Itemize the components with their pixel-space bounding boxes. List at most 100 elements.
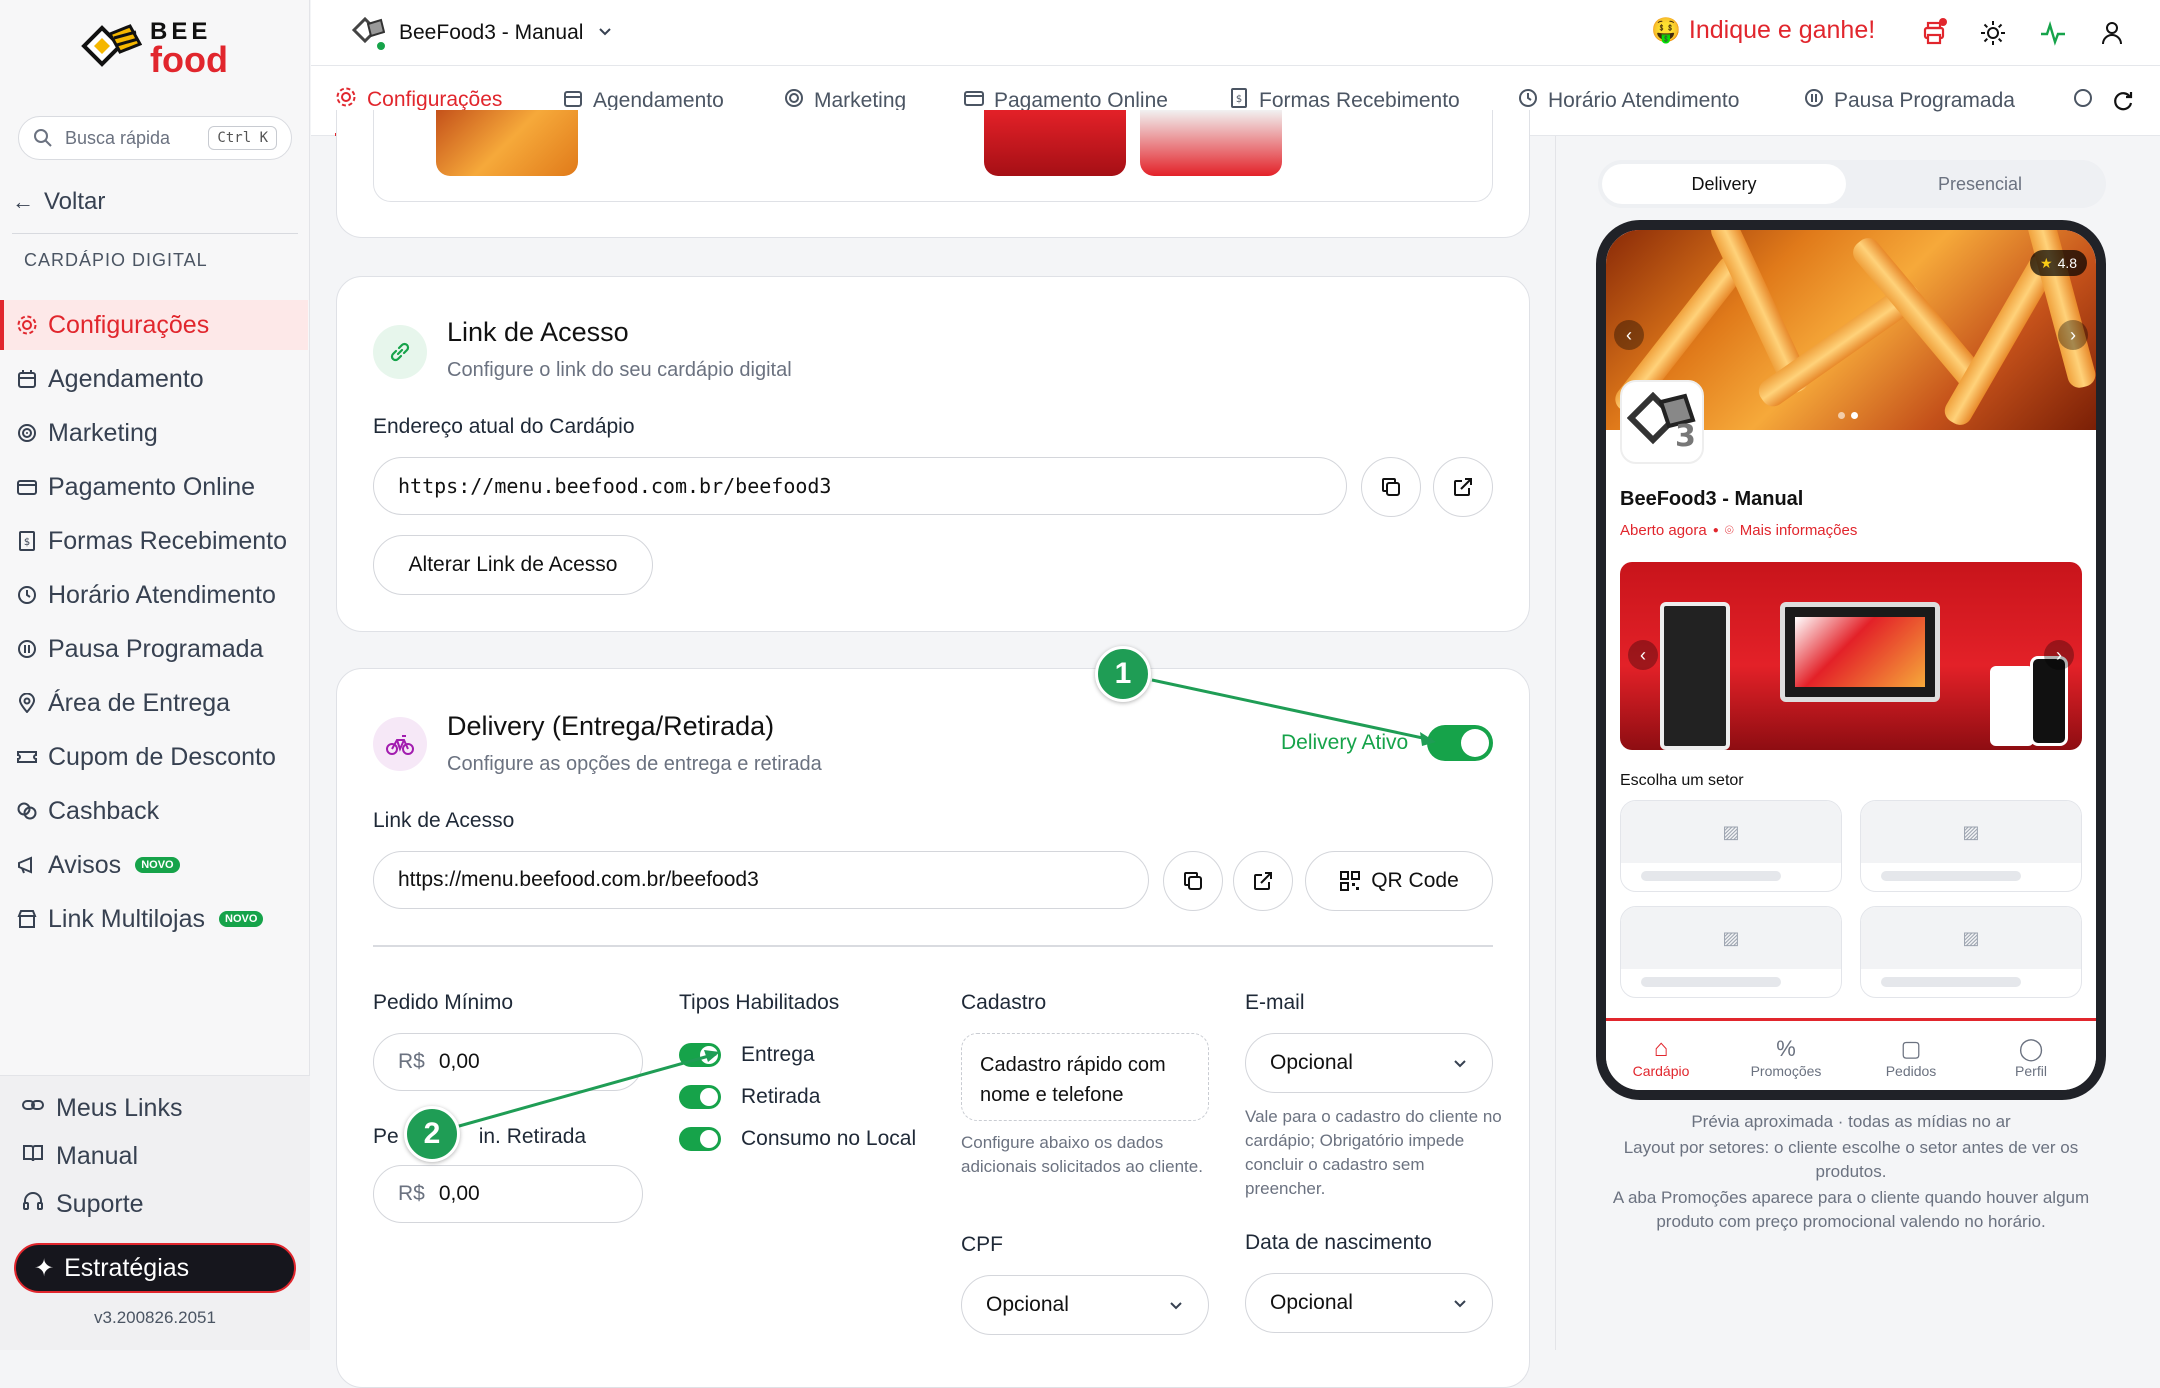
map-pin-icon xyxy=(16,692,38,714)
register-mode-box[interactable]: Cadastro rápido com nome e telefone xyxy=(961,1033,1209,1121)
megaphone-icon xyxy=(16,854,38,876)
sidebar-item-meus-links[interactable]: Meus Links xyxy=(22,1094,182,1123)
register-help: Configure abaixo os dados adicionais sol… xyxy=(961,1133,1203,1176)
logo[interactable]: BEE food xyxy=(80,20,228,78)
sidebar-item-area-entrega[interactable]: Área de Entrega xyxy=(0,678,308,728)
sidebar-item-label: Formas Recebimento xyxy=(48,526,287,555)
sidebar-item-label: Área de Entrega xyxy=(48,688,231,717)
nav-label: Pedidos xyxy=(1885,1063,1937,1079)
profile-button[interactable] xyxy=(2097,18,2127,48)
qr-code-button[interactable]: QR Code xyxy=(1305,851,1493,911)
thumbnail-fries[interactable] xyxy=(436,110,578,176)
sector-card[interactable]: ▨ xyxy=(1620,906,1842,998)
delivery-active-toggle[interactable] xyxy=(1427,725,1493,761)
sidebar-item-label: Cashback xyxy=(48,796,160,825)
qr-code-icon xyxy=(1340,871,1361,891)
open-link-button[interactable] xyxy=(1233,851,1293,911)
sidebar-item-horario-atendimento[interactable]: Horário Atendimento xyxy=(0,570,308,620)
store-selector[interactable]: BeeFood3 - Manual xyxy=(351,16,613,52)
phone-nav-pedidos[interactable]: ▢ Pedidos xyxy=(1856,1035,1966,1079)
back-link[interactable]: ← Voltar xyxy=(12,188,105,216)
min-order-label: Pedido Mínimo xyxy=(373,991,514,1014)
cpf-select[interactable]: Opcional xyxy=(961,1275,1209,1335)
sidebar: BEE food Busca rápida Ctrl K ← Voltar CA… xyxy=(0,0,310,1350)
sidebar-item-marketing[interactable]: Marketing xyxy=(0,408,308,458)
quick-search-input[interactable]: Busca rápida Ctrl K xyxy=(18,116,292,160)
sector-card[interactable]: ▨ xyxy=(1860,906,2082,998)
sidebar-item-cashback[interactable]: Cashback xyxy=(0,786,308,836)
min-order-value: 0,00 xyxy=(438,1050,480,1073)
banner-prev-button[interactable]: ‹ xyxy=(1628,640,1658,670)
sector-card[interactable]: ▨ xyxy=(1860,800,2082,892)
sidebar-item-link-multilojas[interactable]: Link Multilojas NOVO xyxy=(0,894,308,944)
change-link-button[interactable]: Alterar Link de Acesso xyxy=(373,535,653,595)
money-face-icon: 🤑 xyxy=(1651,17,1681,44)
store-icon xyxy=(16,908,38,930)
credit-card-icon xyxy=(16,476,38,498)
tab-more-clipped[interactable] xyxy=(2073,66,2093,136)
thumbnail-banner-2[interactable] xyxy=(1140,110,1282,176)
more-info-link[interactable]: Mais informações xyxy=(1740,522,1858,539)
sidebar-item-avisos[interactable]: Avisos NOVO xyxy=(0,840,308,890)
nav-label: Promoções xyxy=(1750,1063,1822,1079)
sun-icon xyxy=(1981,21,2005,45)
copy-button[interactable] xyxy=(1163,851,1223,911)
sidebar-item-suporte[interactable]: Suporte xyxy=(22,1190,144,1219)
min-pickup-field[interactable]: R$ 0,00 xyxy=(373,1165,643,1223)
sidebar-item-manual[interactable]: Manual xyxy=(22,1142,138,1171)
hero-next-button[interactable]: › xyxy=(2058,320,2088,350)
tab-horario-atendimento[interactable]: Horário Atendimento xyxy=(1518,66,1739,136)
address-field[interactable]: https://menu.beefood.com.br/beefood3 xyxy=(373,457,1347,515)
home-icon: ⌂ xyxy=(1653,1035,1669,1062)
rating-value: 4.8 xyxy=(2057,255,2078,271)
strategies-button[interactable]: ✦ Estratégias xyxy=(14,1243,296,1293)
sidebar-item-label: Suporte xyxy=(56,1190,144,1218)
choose-sector-label: Escolha um setor xyxy=(1620,772,1744,789)
delivery-link-field[interactable]: https://menu.beefood.com.br/beefood3 xyxy=(373,851,1149,909)
card-subtitle: Configure as opções de entrega e retirad… xyxy=(447,753,822,775)
sidebar-item-agendamento[interactable]: Agendamento xyxy=(0,354,308,404)
svg-text:3: 3 xyxy=(1675,419,1696,452)
min-order-field[interactable]: R$ 0,00 xyxy=(373,1033,643,1091)
referral-link[interactable]: 🤑 Indique e ganhe! xyxy=(1651,16,1875,45)
sidebar-item-configuracoes[interactable]: Configurações xyxy=(0,300,308,350)
phone-nav-promocoes[interactable]: % Promoções xyxy=(1731,1035,1841,1079)
email-select[interactable]: Opcional xyxy=(1245,1033,1493,1093)
notification-button[interactable] xyxy=(1919,18,1949,48)
hero-prev-button[interactable]: ‹ xyxy=(1614,320,1644,350)
thumbnail-banner-1[interactable] xyxy=(984,110,1126,176)
image-placeholder-icon: ▨ xyxy=(1962,821,1980,842)
theme-toggle-button[interactable] xyxy=(1978,18,2008,48)
sidebar-item-cupom-desconto[interactable]: Cupom de Desconto xyxy=(0,732,308,782)
activity-button[interactable] xyxy=(2038,18,2068,48)
email-label: E-mail xyxy=(1245,991,1305,1014)
book-icon xyxy=(22,1142,44,1171)
copy-button[interactable] xyxy=(1361,457,1421,517)
phone-nav-cardapio[interactable]: ⌂ Cardápio xyxy=(1606,1035,1716,1079)
calendar-icon xyxy=(16,368,38,390)
toggle-retirada[interactable] xyxy=(679,1085,721,1109)
birthdate-select[interactable]: Opcional xyxy=(1245,1273,1493,1333)
new-badge: NOVO xyxy=(135,857,180,873)
delivery-card: Delivery (Entrega/Retirada) Configure as… xyxy=(336,668,1530,1388)
link-access-card: Link de Acesso Configure o link do seu c… xyxy=(336,276,1530,632)
phone-nav-perfil[interactable]: ◯ Perfil xyxy=(1976,1035,2086,1079)
preview-mode-delivery[interactable]: Delivery xyxy=(1602,164,1846,204)
banner-next-button[interactable]: › xyxy=(2044,640,2074,670)
sidebar-item-pausa-programada[interactable]: Pausa Programada xyxy=(0,624,308,674)
qr-code-label: QR Code xyxy=(1371,869,1459,892)
toggle-entrega[interactable] xyxy=(679,1043,721,1067)
refresh-button[interactable] xyxy=(2111,66,2135,136)
toggle-consumo-local[interactable] xyxy=(679,1127,721,1151)
tab-pausa-programada[interactable]: Pausa Programada xyxy=(1804,66,2015,136)
new-badge: NOVO xyxy=(219,911,264,927)
sector-card[interactable]: ▨ xyxy=(1620,800,1842,892)
cpf-select-value: Opcional xyxy=(986,1293,1069,1316)
preview-note-layout: Layout por setores: o cliente escolhe o … xyxy=(1623,1138,2079,1181)
sidebar-item-formas-recebimento[interactable]: $ Formas Recebimento xyxy=(0,516,308,566)
preview-mode-presencial[interactable]: Presencial xyxy=(1858,164,2102,204)
map-pin-icon: ⌾ xyxy=(1724,522,1734,539)
sidebar-item-label: Link Multilojas xyxy=(48,904,206,933)
open-link-button[interactable] xyxy=(1433,457,1493,517)
sidebar-item-pagamento-online[interactable]: Pagamento Online xyxy=(0,462,308,512)
